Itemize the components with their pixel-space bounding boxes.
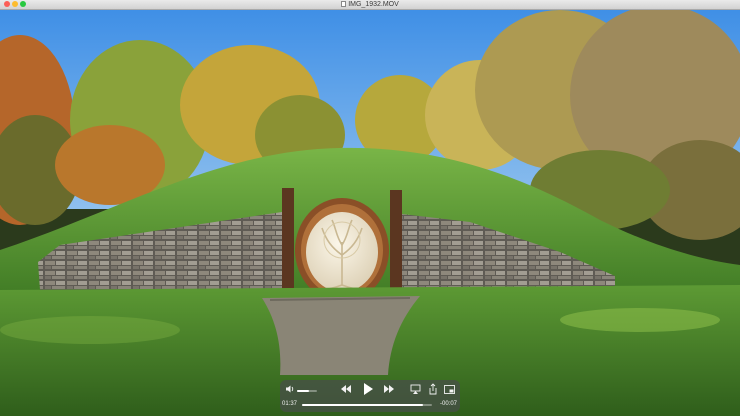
picture-in-picture-icon[interactable] (444, 385, 455, 394)
title-bar[interactable]: IMG_1932.MOV (0, 0, 740, 10)
video-image (0, 9, 740, 416)
fast-forward-icon[interactable] (383, 384, 395, 394)
quicktime-window: IMG_1932.MOV 01:37 -00:07 (0, 0, 740, 416)
video-frame[interactable] (0, 9, 740, 416)
remaining-time: -00:07 (439, 401, 457, 407)
playback-controls: 01:37 -00:07 (280, 380, 460, 412)
progress-bar[interactable] (302, 404, 432, 406)
window-title: IMG_1932.MOV (348, 1, 399, 8)
round-door (295, 198, 389, 302)
speaker-icon[interactable] (285, 384, 295, 394)
volume-slider[interactable] (297, 390, 317, 392)
volume-level (297, 390, 309, 392)
elapsed-time: 01:37 (282, 401, 298, 407)
rewind-icon[interactable] (340, 384, 352, 394)
progress-fill (302, 404, 423, 406)
share-icon[interactable] (428, 383, 438, 395)
airplay-icon[interactable] (410, 384, 421, 395)
window-title-area: IMG_1932.MOV (0, 0, 740, 9)
play-icon[interactable] (362, 382, 374, 396)
movie-file-icon (341, 1, 347, 7)
